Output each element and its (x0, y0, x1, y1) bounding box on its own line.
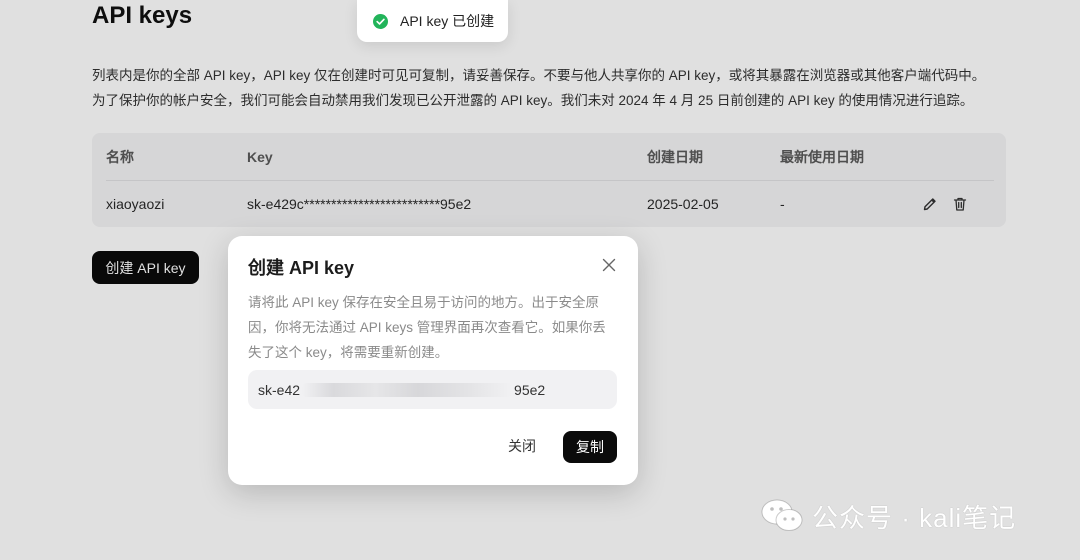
close-icon[interactable] (602, 258, 616, 272)
dialog-close-button[interactable]: 关闭 (508, 436, 536, 456)
key-prefix: sk-e42 (258, 381, 301, 398)
api-key-field[interactable]: sk-e42 95e2 (248, 370, 617, 409)
wechat-icon (761, 499, 803, 531)
key-suffix: 95e2 (514, 381, 546, 398)
check-circle-icon (373, 13, 388, 29)
toast-text: API key 已创建 (400, 13, 495, 29)
create-key-dialog: 创建 API key 请将此 API key 保存在安全且易于访问的地方。出于安… (228, 236, 638, 485)
success-toast: API key 已创建 (357, 0, 508, 42)
dialog-message: 请将此 API key 保存在安全且易于访问的地方。出于安全原因，你将无法通过 … (248, 295, 606, 360)
dialog-title: 创建 API key (248, 258, 355, 278)
watermark-text: 公众号 · kali笔记 (812, 502, 1017, 533)
copy-key-button[interactable]: 复制 (563, 431, 617, 463)
watermark: 公众号 · kali笔记 (760, 498, 1016, 534)
redacted-key-segment (302, 382, 513, 397)
